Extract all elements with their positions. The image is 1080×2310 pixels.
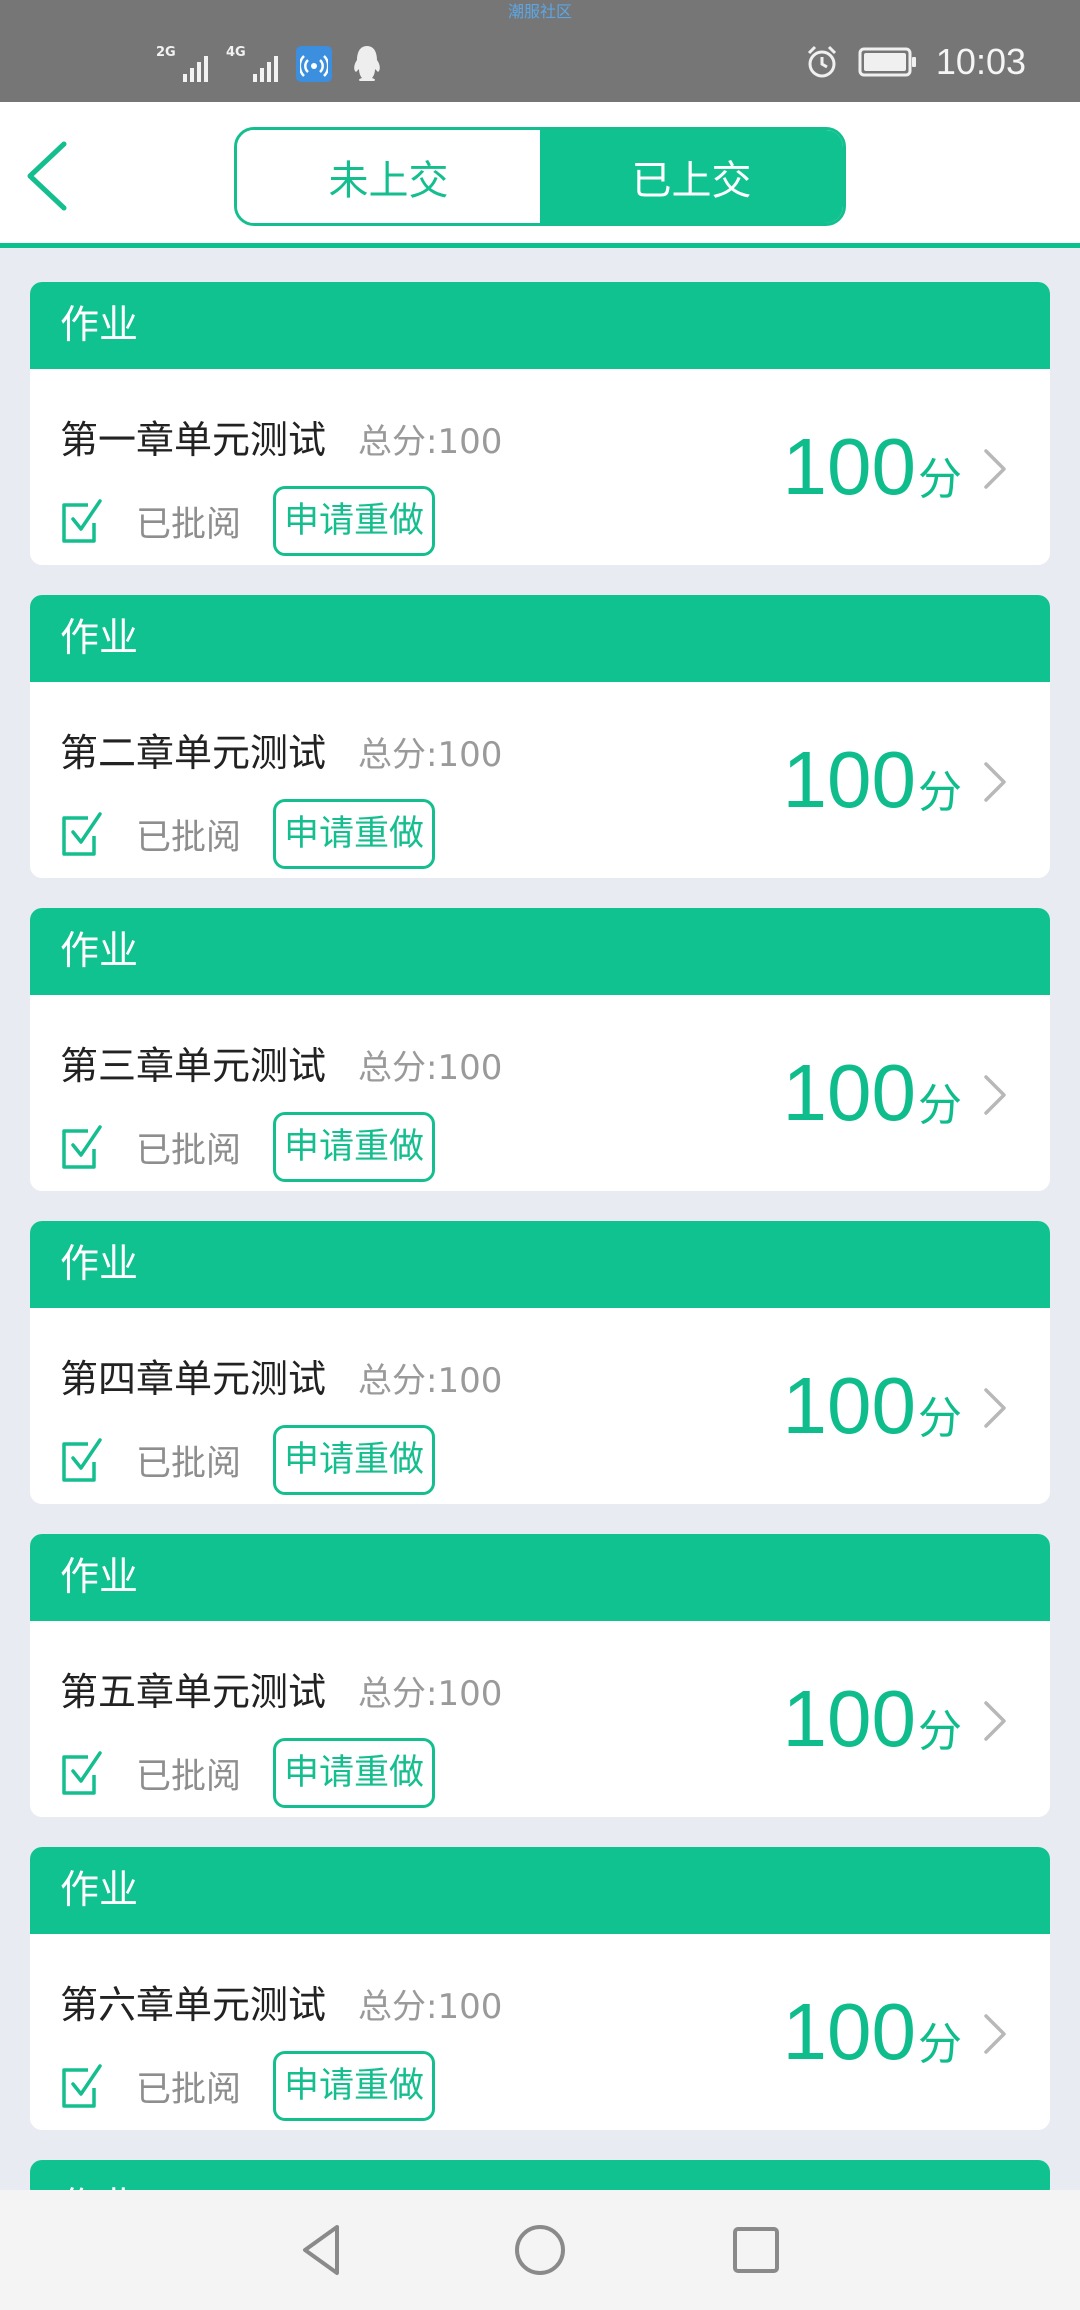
request-redo-button[interactable]: 申请重做 [273, 799, 436, 869]
qq-penguin-icon [354, 46, 380, 81]
assignment-list: 作业 第一章单元测试 总分:100 已批阅 申请重做 100 分 作业 第二章单… [30, 282, 1050, 2230]
review-status: 已批阅 [136, 817, 242, 858]
score: 100 分 [783, 421, 962, 513]
score-value: 100 [782, 422, 916, 511]
assignment-title: 第二章单元测试 [60, 731, 327, 775]
wifi-hotspot-icon [296, 46, 332, 82]
assignment-title: 第五章单元测试 [60, 1670, 327, 1714]
score: 100 分 [783, 1986, 962, 2078]
chevron-right-icon [984, 1701, 1006, 1741]
top-header: 未上交 已上交 [0, 102, 1080, 248]
score-value: 100 [782, 735, 916, 824]
chevron-right-icon [984, 449, 1006, 489]
signal-icon: 2G [156, 46, 208, 82]
graded-check-icon [62, 1438, 102, 1482]
total-score-label: 总分:100 [358, 1674, 503, 1714]
review-status: 已批阅 [136, 504, 242, 545]
total-score-label: 总分:100 [358, 422, 503, 462]
assignment-card[interactable]: 作业 第三章单元测试 总分:100 已批阅 申请重做 100 分 [30, 908, 1050, 1191]
score-unit: 分 [918, 1706, 962, 1757]
assignment-title: 第三章单元测试 [60, 1044, 327, 1088]
assignment-card[interactable]: 作业 第四章单元测试 总分:100 已批阅 申请重做 100 分 [30, 1221, 1050, 1504]
review-status: 已批阅 [136, 2069, 242, 2110]
clock-time: 10:03 [935, 41, 1026, 82]
score: 100 分 [783, 1047, 962, 1139]
assignment-title: 第一章单元测试 [60, 418, 327, 462]
graded-check-icon [62, 2064, 102, 2108]
assignment-card[interactable]: 作业 第六章单元测试 总分:100 已批阅 申请重做 100 分 [30, 1847, 1050, 2130]
request-redo-button[interactable]: 申请重做 [273, 1112, 436, 1182]
watermark-text: 潮服社区 [507, 2, 572, 21]
status-icons-left: 2G 4G [156, 42, 384, 82]
total-score-label: 总分:100 [358, 1048, 503, 1088]
request-redo-button[interactable]: 申请重做 [273, 486, 436, 556]
graded-check-icon [62, 1125, 102, 1169]
total-score-label: 总分:100 [358, 735, 503, 775]
request-redo-button[interactable]: 申请重做 [273, 1738, 436, 1808]
card-category: 作业 [30, 282, 1050, 369]
score-unit: 分 [918, 1393, 962, 1444]
card-category: 作业 [30, 1221, 1050, 1308]
back-button[interactable] [18, 136, 82, 216]
review-status: 已批阅 [136, 1443, 242, 1484]
chevron-right-icon [984, 1075, 1006, 1115]
score-unit: 分 [918, 1080, 962, 1131]
assignment-card[interactable]: 作业 第二章单元测试 总分:100 已批阅 申请重做 100 分 [30, 595, 1050, 878]
total-score-label: 总分:100 [358, 1987, 503, 2027]
tab-submitted[interactable]: 已上交 [540, 130, 843, 223]
card-category: 作业 [30, 1534, 1050, 1621]
chevron-right-icon [984, 762, 1006, 802]
alarm-icon [807, 45, 836, 78]
score: 100 分 [783, 1360, 962, 1452]
signal-icon: 4G [226, 46, 278, 82]
score-value: 100 [782, 1361, 916, 1450]
score-value: 100 [782, 1048, 916, 1137]
status-icons-right: 10:03 [804, 40, 1026, 84]
graded-check-icon [62, 499, 102, 543]
request-redo-button[interactable]: 申请重做 [273, 2051, 436, 2121]
score-unit: 分 [918, 2019, 962, 2070]
nav-back-icon[interactable] [295, 2221, 353, 2279]
status-bar: 潮服社区 2G 4G 10:03 [0, 0, 1080, 102]
chevron-right-icon [984, 2014, 1006, 2054]
assignment-title: 第六章单元测试 [60, 1983, 327, 2027]
card-category: 作业 [30, 595, 1050, 682]
score-unit: 分 [918, 767, 962, 818]
system-nav-bar [0, 2190, 1080, 2310]
assignment-card[interactable]: 作业 第五章单元测试 总分:100 已批阅 申请重做 100 分 [30, 1534, 1050, 1817]
graded-check-icon [62, 1751, 102, 1795]
score: 100 分 [783, 734, 962, 826]
card-category: 作业 [30, 1847, 1050, 1934]
card-category: 作业 [30, 908, 1050, 995]
graded-check-icon [62, 812, 102, 856]
chevron-right-icon [984, 1388, 1006, 1428]
nav-home-icon[interactable] [511, 2221, 569, 2279]
battery-icon [858, 47, 916, 77]
review-status: 已批阅 [136, 1130, 242, 1171]
assignment-card[interactable]: 作业 第一章单元测试 总分:100 已批阅 申请重做 100 分 [30, 282, 1050, 565]
back-arrow-icon [27, 141, 67, 211]
tab-not-submitted[interactable]: 未上交 [237, 130, 540, 223]
score: 100 分 [783, 1673, 962, 1765]
total-score-label: 总分:100 [358, 1361, 503, 1401]
score-unit: 分 [918, 454, 962, 505]
score-value: 100 [782, 1987, 916, 2076]
nav-recents-icon[interactable] [727, 2221, 785, 2279]
review-status: 已批阅 [136, 1756, 242, 1797]
submission-tab-switch: 未上交 已上交 [234, 127, 846, 226]
request-redo-button[interactable]: 申请重做 [273, 1425, 436, 1495]
score-value: 100 [782, 1674, 916, 1763]
assignment-title: 第四章单元测试 [60, 1357, 327, 1401]
